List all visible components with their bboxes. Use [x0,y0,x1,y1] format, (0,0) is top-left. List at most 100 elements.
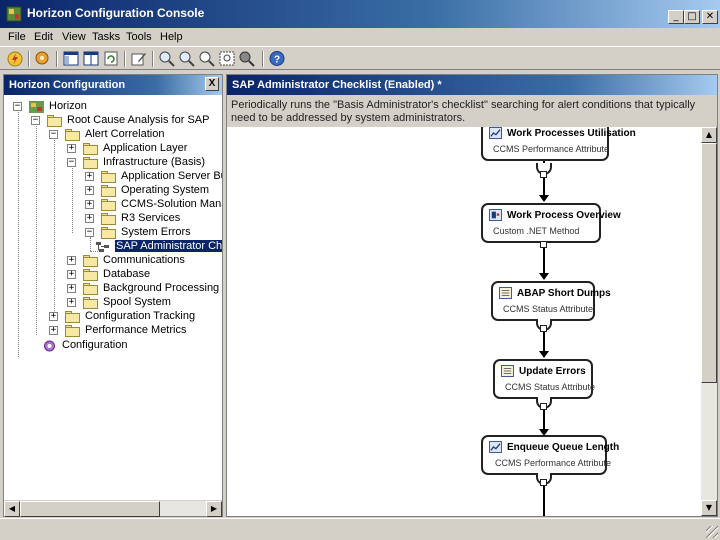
maximize-button[interactable]: □ [684,10,700,24]
zoom-out-icon[interactable] [178,50,196,67]
tree-node-r3-services[interactable]: + R3 Services [85,212,222,226]
tree-node-configuration-tracking[interactable]: + Configuration Tracking [49,310,219,324]
edit-icon[interactable] [130,50,148,67]
menu-tools[interactable]: Tools [126,31,152,43]
resize-grip-icon[interactable] [706,526,718,538]
panel-icon[interactable] [62,50,80,67]
tree-node-system-errors[interactable]: − System Errors [85,226,222,240]
workflow-vertical-scrollbar[interactable]: ▲ ▼ [701,127,717,516]
collapse-icon[interactable]: − [31,116,40,125]
tree-node-application-server-buffers[interactable]: + Application Server Buffers [85,170,222,184]
tree-node-operating-system[interactable]: + Operating System [85,184,222,198]
tree-node-root-cause-analysis[interactable]: − Root Cause Analysis for SAP [31,114,221,128]
tree-node-label: Configuration [62,339,128,351]
tree-pane-close-button[interactable]: X [205,77,219,91]
arrow-down-icon [539,195,549,202]
workflow-canvas[interactable]: Work Processes Utilisation CCMS Performa… [227,127,701,516]
tree-node-application-layer[interactable]: + Application Layer [67,142,217,156]
expand-icon[interactable]: + [67,270,76,279]
tree-node-background-processing[interactable]: + Background Processing [67,282,219,296]
expand-icon[interactable]: + [85,200,94,209]
connection-port[interactable] [540,403,547,410]
tree-node-label: Infrastructure (Basis) [103,156,206,168]
expand-icon[interactable]: + [85,214,94,223]
scrollbar-thumb[interactable] [20,501,160,517]
tree-node-performance-metrics[interactable]: + Performance Metrics [49,324,219,338]
panel-split-icon[interactable] [82,50,100,67]
star-icon[interactable] [34,50,52,67]
menu-help[interactable]: Help [160,31,183,43]
window-title: Horizon Configuration Console [27,6,205,20]
tree-horizontal-scrollbar[interactable]: ◀ ▶ [4,500,222,517]
workflow-pane: SAP Administrator Checklist (Enabled) * … [226,74,718,517]
scroll-right-icon[interactable]: ▶ [206,501,222,517]
menu-file[interactable]: File [8,31,26,43]
folder-icon [83,157,98,169]
folder-icon [65,325,80,337]
tree-node-label: System Errors [121,226,191,238]
zoom-in-icon[interactable] [158,50,176,67]
tree-node-sap-administrator-checklist[interactable]: SAP Administrator Checklist [95,240,222,254]
flow-connector-line [543,483,545,516]
fit-icon[interactable] [218,50,236,67]
zoom-icon[interactable] [198,50,216,67]
expand-icon[interactable]: + [85,186,94,195]
folder-icon [65,129,80,141]
tree-node-infrastructure[interactable]: − Infrastructure (Basis) [67,156,217,170]
menu-view[interactable]: View [62,31,86,43]
scroll-up-icon[interactable]: ▲ [701,127,717,143]
expand-icon[interactable]: + [67,144,76,153]
help-icon[interactable]: ? [268,50,286,67]
workflow-node[interactable]: ABAP Short Dumps CCMS Status Attribute [491,281,611,321]
collapse-icon[interactable]: − [49,130,58,139]
gear-icon [44,340,55,352]
tree-node-ccms-solution-manager[interactable]: + CCMS-Solution Manager [85,198,222,212]
folder-icon [83,269,98,281]
collapse-icon[interactable]: − [67,158,76,167]
expand-icon[interactable]: + [49,326,58,335]
expand-icon[interactable]: + [49,312,58,321]
tree-node-spool-system[interactable]: + Spool System [67,296,217,310]
node-title: Work Process Overview [507,210,621,221]
tree-node-horizon[interactable]: − Horizon [13,100,213,114]
menu-tasks[interactable]: Tasks [92,31,120,43]
tree-node-configuration[interactable]: Configuration [42,339,222,353]
workflow-icon [96,242,109,252]
tree-node-label: Communications [103,254,185,266]
expand-icon[interactable]: + [67,284,76,293]
horizon-icon [29,101,44,113]
connection-port[interactable] [540,241,547,248]
zoom-area-icon[interactable] [238,50,256,67]
folder-icon [83,297,98,309]
close-button[interactable]: ✕ [702,10,718,24]
collapse-icon[interactable]: − [85,228,94,237]
workflow-node[interactable]: Update Errors CCMS Status Attribute [493,359,596,399]
tree-node-label: Configuration Tracking [85,310,196,322]
tree-node-alert-correlation[interactable]: − Alert Correlation [49,128,219,142]
tree-node-communications[interactable]: + Communications [67,254,217,268]
collapse-icon[interactable]: − [13,102,22,111]
folder-icon [83,255,98,267]
connection-port[interactable] [540,171,547,178]
workflow-node[interactable]: Work Processes Utilisation CCMS Performa… [481,127,636,161]
workflow-pane-title: SAP Administrator Checklist (Enabled) * [232,79,442,91]
tree-node-database[interactable]: + Database [67,268,217,282]
refresh-icon[interactable] [102,50,120,67]
menu-edit[interactable]: Edit [34,31,53,43]
minimize-button[interactable]: _ [668,10,684,24]
connection-port[interactable] [540,479,547,486]
folder-icon [101,227,116,239]
scrollbar-thumb[interactable] [701,143,717,383]
toolbar: ? [0,46,720,70]
scroll-down-icon[interactable]: ▼ [701,500,717,516]
connection-port[interactable] [540,325,547,332]
node-title: Enqueue Queue Length [507,442,620,453]
node-subtitle: CCMS Status Attribute [505,382,596,392]
expand-icon[interactable]: + [85,172,94,181]
expand-icon[interactable]: + [67,256,76,265]
workflow-node[interactable]: Enqueue Queue Length CCMS Performance At… [481,435,619,475]
workflow-node[interactable]: Work Process Overview Custom .NET Method [481,203,621,243]
lightning-icon[interactable] [6,50,24,67]
expand-icon[interactable]: + [67,298,76,307]
scroll-left-icon[interactable]: ◀ [4,501,20,517]
